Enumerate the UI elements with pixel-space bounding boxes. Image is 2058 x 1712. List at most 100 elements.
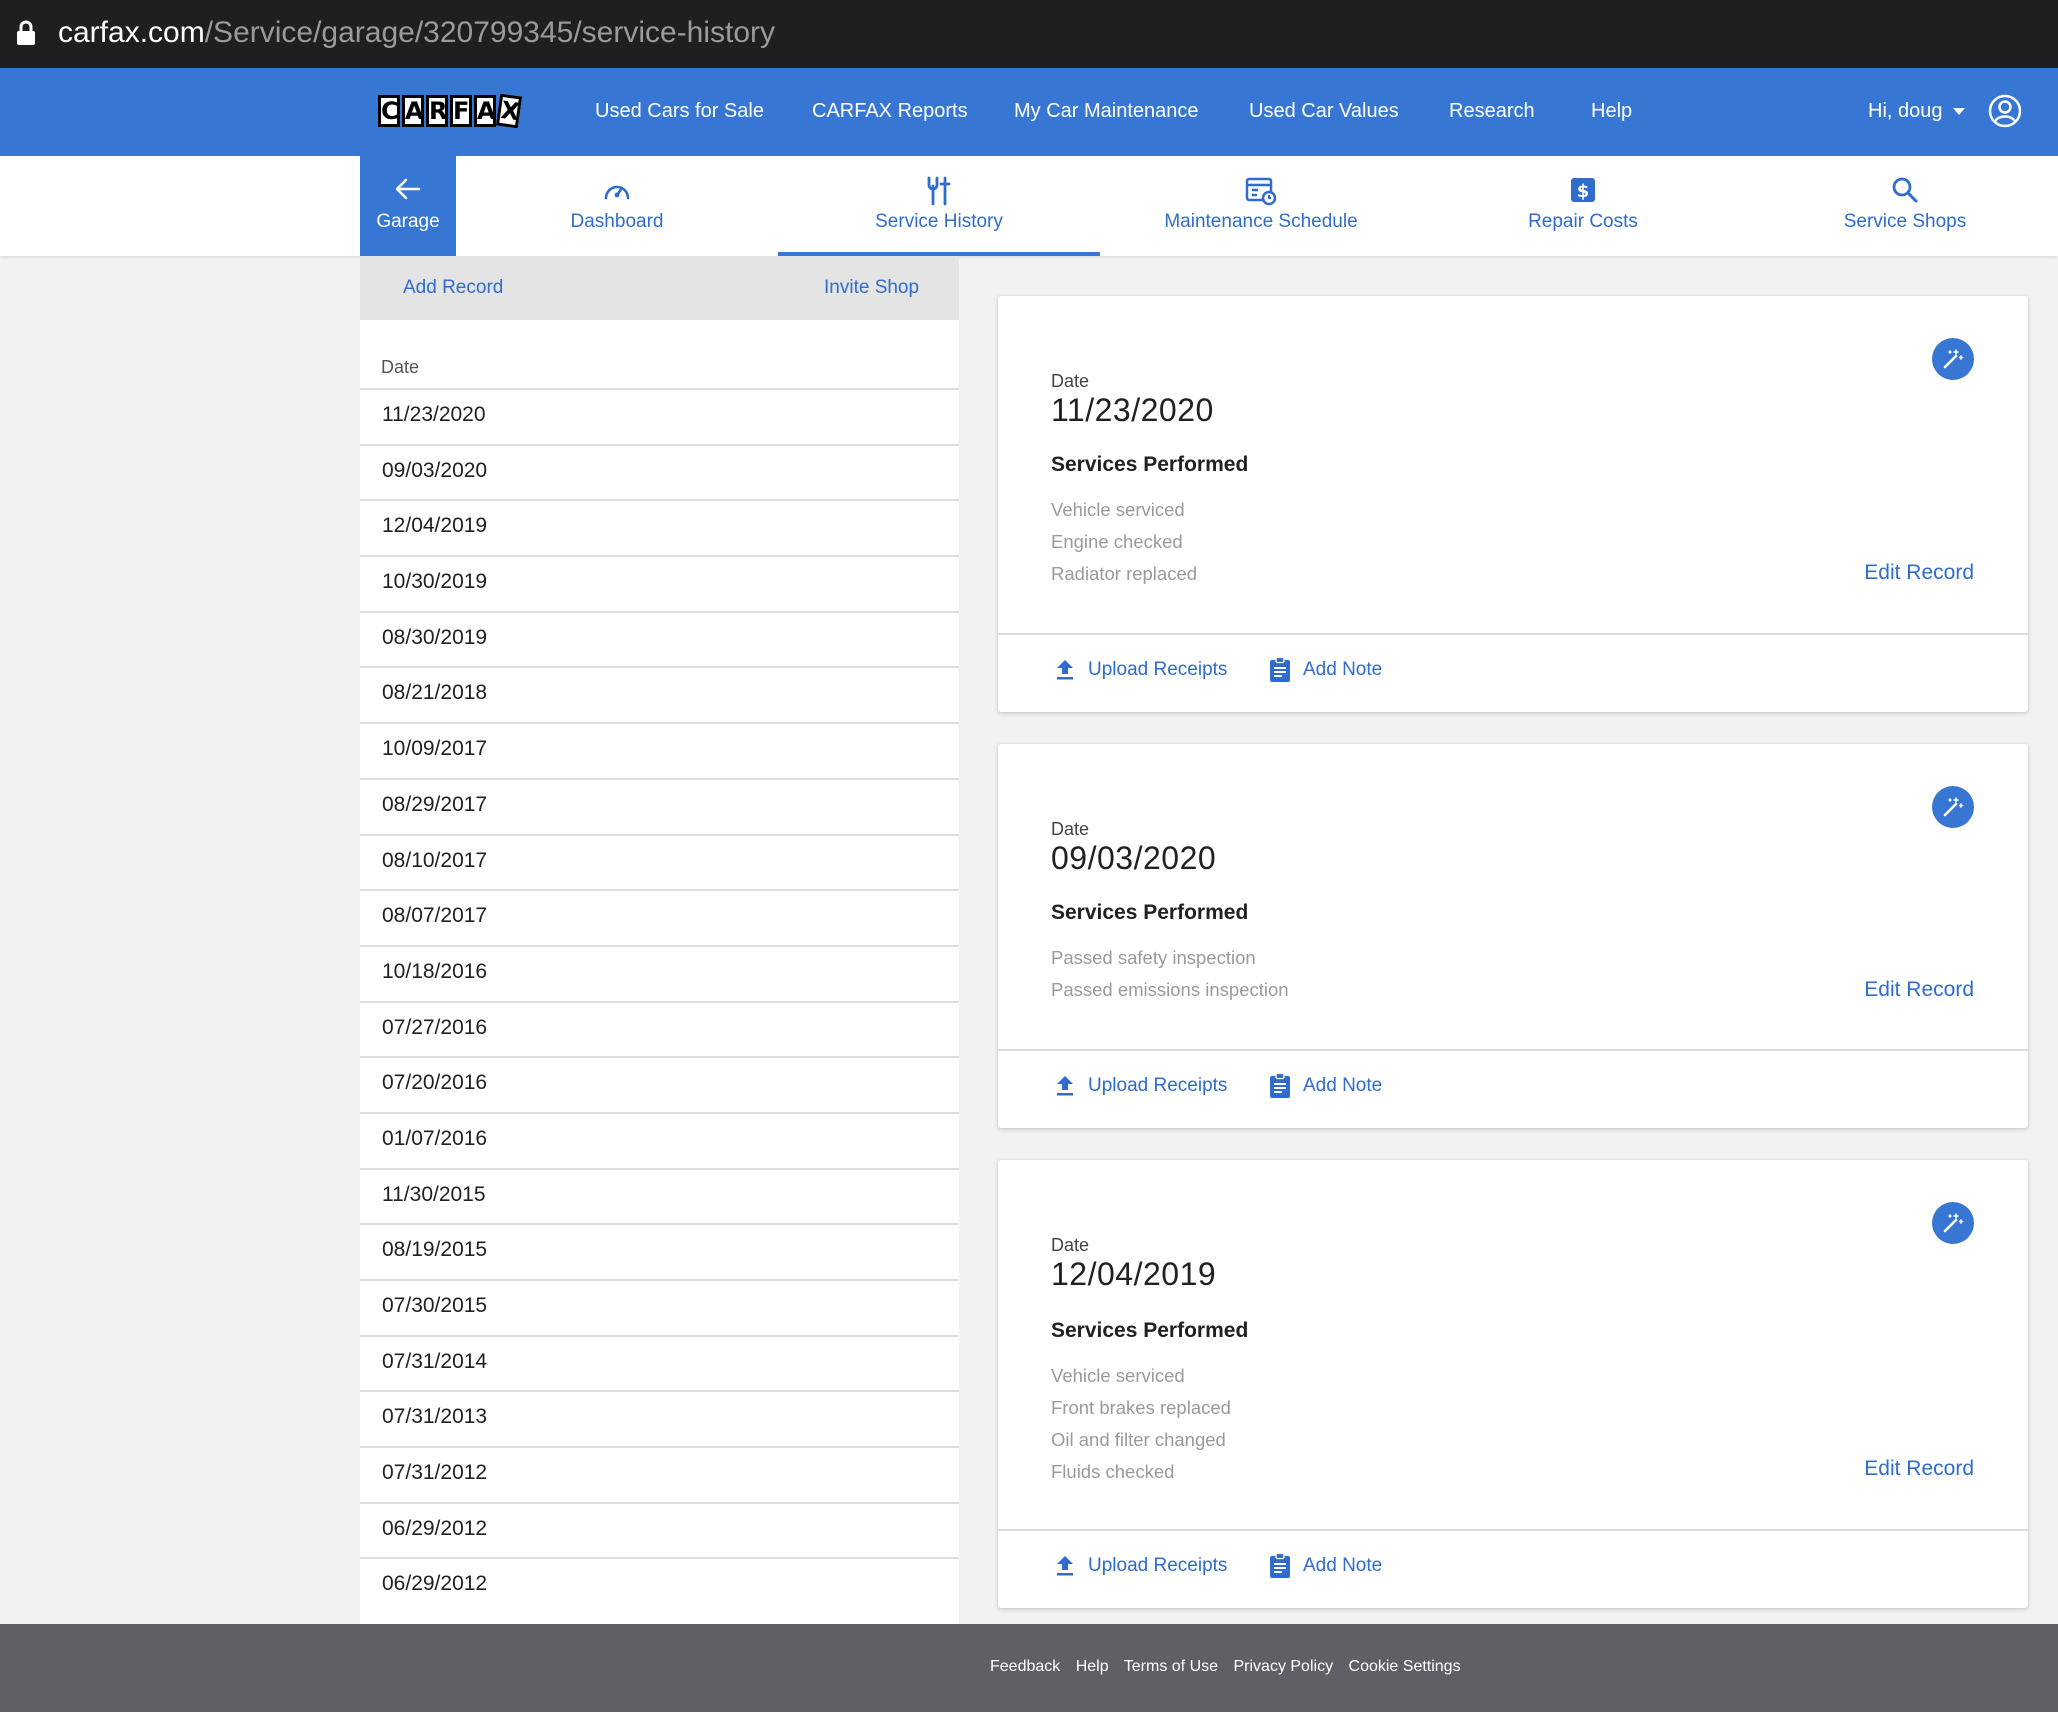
garage-back-button[interactable]: Garage	[360, 156, 456, 256]
footer-help-link[interactable]: Help	[1076, 1658, 1109, 1675]
nav-my-car-maintenance[interactable]: My Car Maintenance	[1014, 96, 1199, 126]
lock-icon	[17, 20, 35, 45]
tab-repair-costs[interactable]: $ Repair Costs	[1422, 156, 1744, 256]
tools-icon	[927, 176, 951, 206]
arrow-left-icon	[395, 178, 421, 200]
date-list-item[interactable]: 07/27/2016	[360, 1000, 959, 1057]
service-item: Radiator replaced	[1051, 563, 1198, 584]
date-list-item[interactable]: 01/07/2016	[360, 1111, 959, 1168]
service-record-card: Date 11/23/2020 Services Performed Vehic…	[998, 296, 2028, 712]
tab-maintenance-schedule-label: Maintenance Schedule	[1164, 211, 1358, 232]
date-list-item[interactable]: 11/23/2020	[360, 388, 959, 444]
services-list: Vehicle serviced Front brakes replaced O…	[1051, 1360, 1231, 1488]
user-greeting: Hi, doug	[1868, 100, 1943, 122]
record-date-list: Add Record Invite Shop Date 11/23/2020 09…	[360, 256, 959, 1624]
magic-wand-button[interactable]	[1932, 786, 1974, 828]
service-item: Front brakes replaced	[1051, 1397, 1231, 1418]
date-list-item[interactable]: 07/31/2014	[360, 1334, 959, 1391]
browser-url-bar[interactable]: carfax.com/Service/garage/320799345/serv…	[0, 0, 2058, 68]
tab-service-history[interactable]: Service History	[778, 156, 1100, 256]
footer-privacy-link[interactable]: Privacy Policy	[1233, 1658, 1333, 1675]
edit-record-button[interactable]: Edit Record	[1864, 558, 1974, 588]
date-list-item[interactable]: 09/03/2020	[360, 443, 959, 500]
record-list-actions: Add Record Invite Shop	[360, 256, 959, 320]
footer-feedback-link[interactable]: Feedback	[990, 1658, 1060, 1675]
record-date: 12/04/2019	[1051, 1256, 1217, 1292]
nav-used-cars[interactable]: Used Cars for Sale	[595, 96, 764, 126]
date-list-item[interactable]: 08/10/2017	[360, 833, 959, 890]
service-item: Oil and filter changed	[1051, 1429, 1226, 1450]
url-host: carfax.com	[58, 16, 205, 49]
date-list-item[interactable]: 06/29/2012	[360, 1557, 959, 1613]
nav-carfax-reports[interactable]: CARFAX Reports	[812, 96, 968, 126]
date-list-item[interactable]: 10/09/2017	[360, 722, 959, 778]
url-text[interactable]: carfax.com/Service/garage/320799345/serv…	[58, 14, 775, 52]
edit-record-button[interactable]: Edit Record	[1864, 1454, 1974, 1484]
tab-dashboard[interactable]: Dashboard	[456, 156, 778, 256]
edit-record-button[interactable]: Edit Record	[1864, 975, 1974, 1005]
magic-wand-button[interactable]	[1932, 338, 1974, 380]
service-item: Vehicle serviced	[1051, 499, 1185, 520]
service-record-card: Date 09/03/2020 Services Performed Passe…	[998, 744, 2028, 1128]
account-icon[interactable]	[1988, 94, 2022, 128]
tab-dashboard-label: Dashboard	[570, 211, 664, 232]
upload-receipts-button[interactable]: Upload Receipts	[1057, 656, 1228, 684]
date-list-item[interactable]: 08/21/2018	[360, 666, 959, 722]
add-note-button[interactable]: Add Note	[1270, 1072, 1383, 1100]
service-item: Fluids checked	[1051, 1461, 1175, 1482]
logo-letter: R	[426, 95, 448, 127]
upload-icon	[1057, 660, 1073, 680]
date-list-item[interactable]: 07/31/2012	[360, 1446, 959, 1502]
add-note-button[interactable]: Add Note	[1270, 656, 1383, 684]
date-list-item[interactable]: 08/19/2015	[360, 1223, 959, 1279]
magic-wand-icon	[1943, 349, 1964, 369]
tab-service-shops-label: Service Shops	[1843, 211, 1967, 232]
dollar-icon: $	[1571, 178, 1595, 202]
speedometer-icon	[604, 185, 630, 200]
search-icon	[1892, 177, 1918, 203]
add-record-button[interactable]: Add Record	[403, 274, 503, 302]
clipboard-icon	[1270, 1073, 1290, 1098]
tab-service-shops[interactable]: Service Shops	[1744, 156, 2058, 256]
logo-letter: C	[378, 95, 400, 127]
nav-used-car-values[interactable]: Used Car Values	[1249, 96, 1399, 126]
add-note-button[interactable]: Add Note	[1270, 1552, 1383, 1580]
record-date: 11/23/2020	[1051, 392, 1214, 428]
card-divider	[998, 633, 2028, 635]
date-list-item[interactable]: 07/20/2016	[360, 1056, 959, 1112]
date-list-item[interactable]: 08/29/2017	[360, 777, 959, 834]
upload-receipts-label: Upload Receipts	[1088, 659, 1228, 680]
logo-letter: A	[474, 95, 496, 127]
nav-help[interactable]: Help	[1591, 96, 1632, 126]
upload-receipts-button[interactable]: Upload Receipts	[1057, 1552, 1227, 1580]
date-list-item[interactable]: 11/30/2015	[360, 1167, 959, 1224]
date-list-item[interactable]: 08/30/2019	[360, 610, 959, 667]
invite-shop-button[interactable]: Invite Shop	[824, 274, 919, 302]
date-list-item[interactable]: 10/30/2019	[360, 555, 959, 611]
date-list-item[interactable]: 07/30/2015	[360, 1279, 959, 1335]
footer-cookie-settings-link[interactable]: Cookie Settings	[1349, 1658, 1461, 1675]
carfax-logo[interactable]: C A R F A X	[378, 93, 523, 129]
date-list-item[interactable]: 12/04/2019	[360, 499, 959, 555]
magic-wand-button[interactable]	[1932, 1202, 1974, 1244]
footer-terms-link[interactable]: Terms of Use	[1124, 1658, 1218, 1675]
service-record-card: Date 12/04/2019 Services Performed Vehic…	[998, 1160, 2028, 1608]
services-list: Vehicle serviced Engine checked Radiator…	[1051, 494, 1197, 590]
tab-maintenance-schedule[interactable]: Maintenance Schedule	[1100, 156, 1422, 256]
date-list-item[interactable]: 08/07/2017	[360, 889, 959, 945]
date-list-item[interactable]: 07/31/2013	[360, 1390, 959, 1446]
date-list-item[interactable]: 06/29/2012	[360, 1501, 959, 1558]
card-divider	[998, 1049, 2028, 1051]
upload-receipts-button[interactable]: Upload Receipts	[1057, 1072, 1227, 1100]
record-date: 09/03/2020	[1051, 840, 1217, 876]
tab-repair-costs-label: Repair Costs	[1528, 211, 1638, 232]
nav-research[interactable]: Research	[1449, 96, 1535, 126]
date-list-item[interactable]: 10/18/2016	[360, 944, 959, 1001]
add-note-label: Add Note	[1303, 659, 1383, 680]
add-note-label: Add Note	[1303, 1555, 1383, 1576]
magic-wand-icon	[1943, 797, 1964, 817]
services-performed-title: Services Performed	[1051, 1319, 1249, 1342]
add-note-label: Add Note	[1303, 1075, 1383, 1096]
user-menu[interactable]: Hi, doug	[1868, 96, 1965, 126]
services-performed-title: Services Performed	[1051, 453, 1249, 476]
